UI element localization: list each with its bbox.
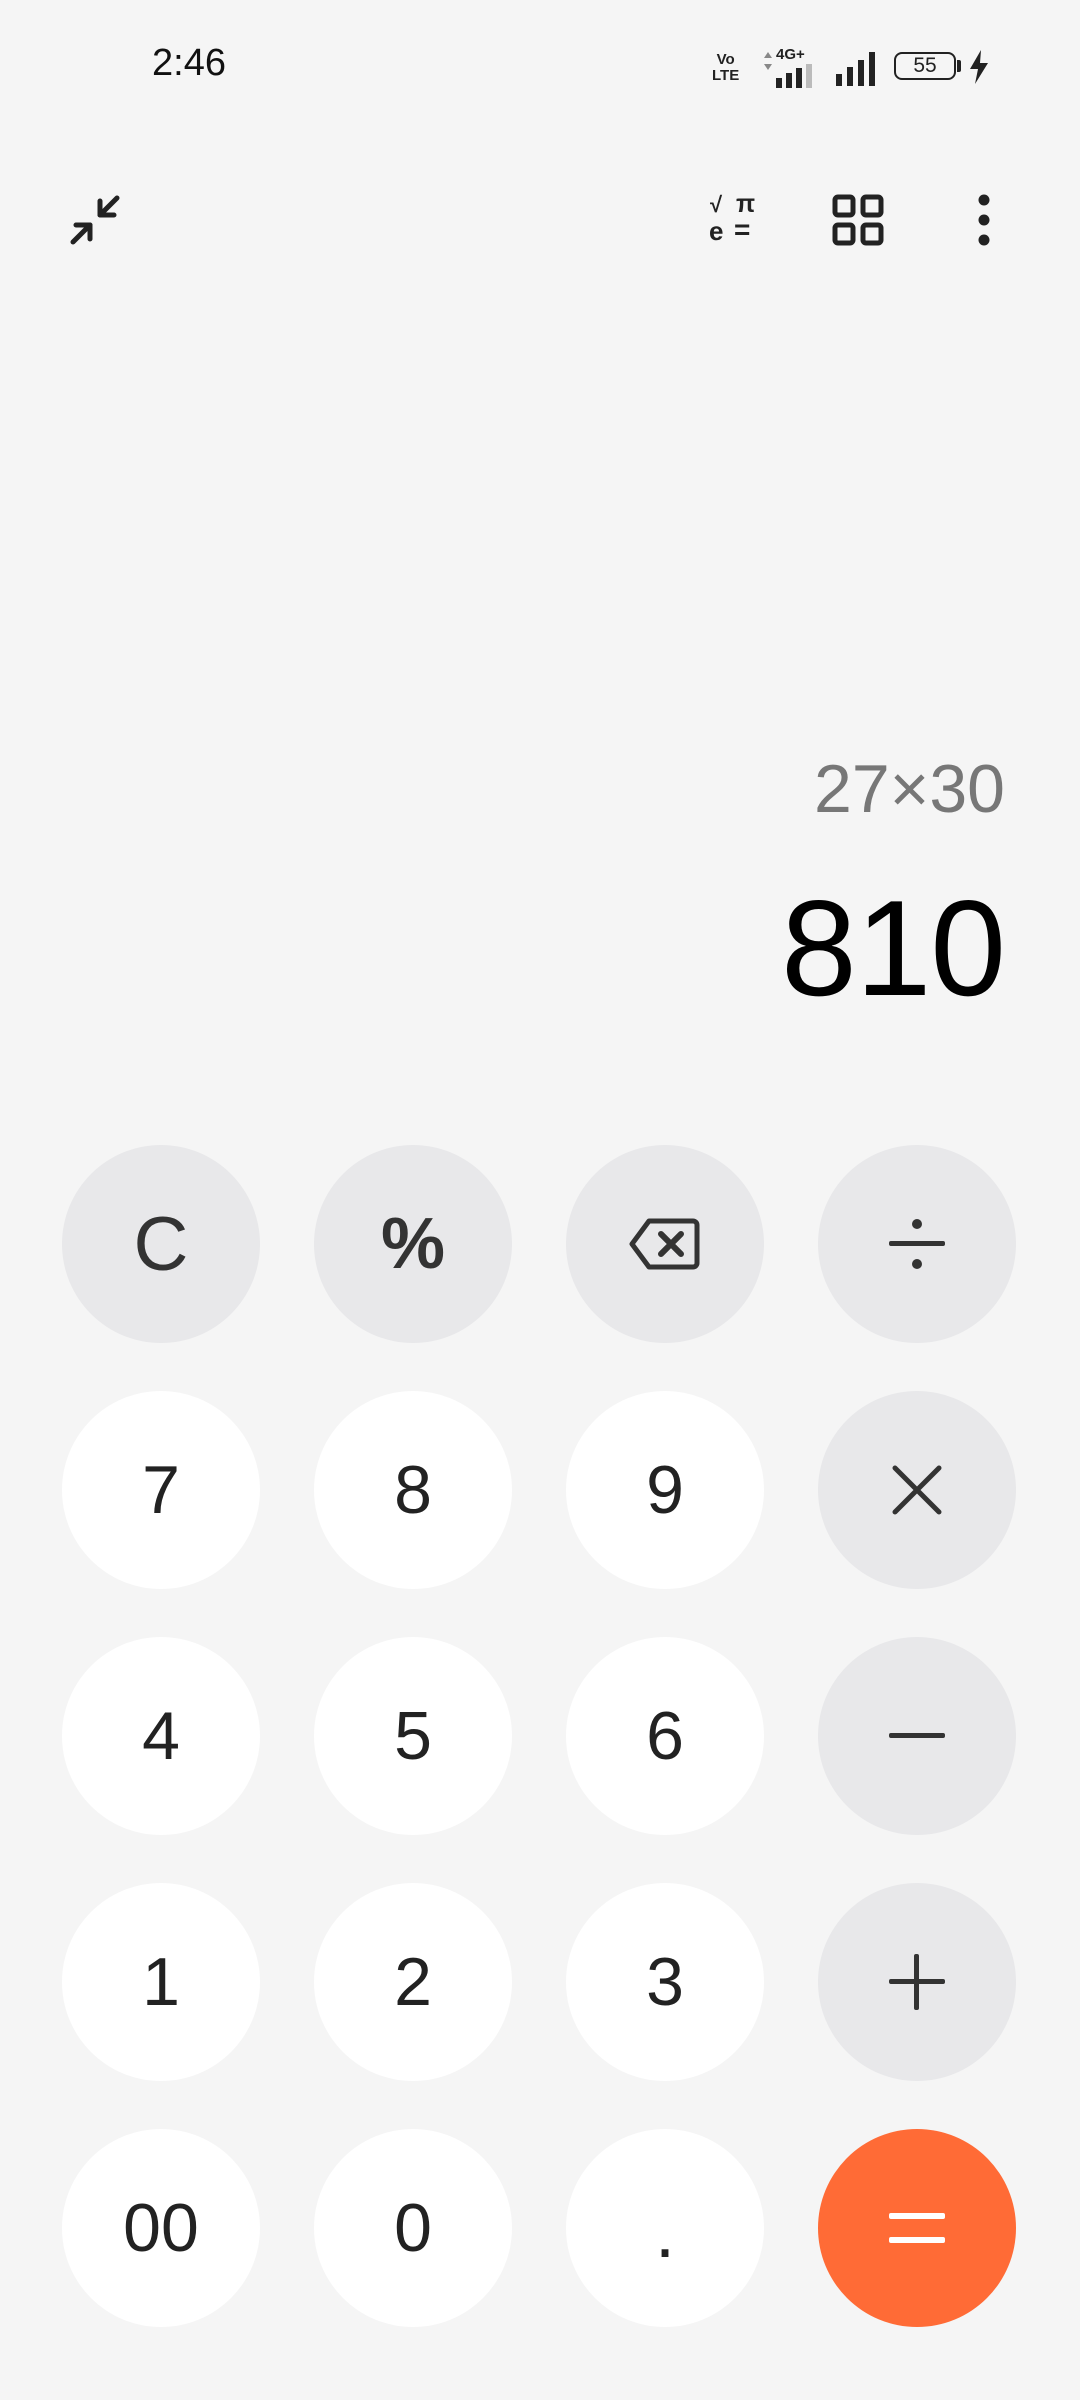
double-zero-button[interactable]: 00 — [62, 2129, 260, 2327]
digit-1-button[interactable]: 1 — [62, 1883, 260, 2081]
digit-9-button[interactable]: 9 — [566, 1391, 764, 1589]
digit-2-label: 2 — [394, 1944, 432, 2020]
multiply-button[interactable] — [818, 1391, 1016, 1589]
divide-button[interactable] — [818, 1145, 1016, 1343]
plus-button[interactable] — [818, 1883, 1016, 2081]
digit-5-label: 5 — [394, 1698, 432, 1774]
digit-6-button[interactable]: 6 — [566, 1637, 764, 1835]
percent-button[interactable]: % — [314, 1145, 512, 1343]
digit-0-label: 0 — [394, 2190, 432, 2266]
digit-9-label: 9 — [646, 1452, 684, 1528]
divide-icon — [889, 1219, 945, 1269]
digit-7-label: 7 — [142, 1452, 180, 1528]
backspace-button[interactable] — [566, 1145, 764, 1343]
clear-button[interactable]: C — [62, 1145, 260, 1343]
digit-8-button[interactable]: 8 — [314, 1391, 512, 1589]
double-zero-label: 00 — [123, 2190, 199, 2266]
digit-2-button[interactable]: 2 — [314, 1883, 512, 2081]
equals-button[interactable] — [818, 2129, 1016, 2327]
digit-1-label: 1 — [142, 1944, 180, 2020]
plus-icon — [889, 1954, 945, 2010]
decimal-label: . — [654, 2193, 675, 2273]
digit-6-label: 6 — [646, 1698, 684, 1774]
keypad: C % 7 8 9 4 5 6 1 2 3 00 0 . — [0, 0, 1080, 2400]
digit-4-button[interactable]: 4 — [62, 1637, 260, 1835]
clear-label: C — [133, 1201, 189, 1287]
digit-5-button[interactable]: 5 — [314, 1637, 512, 1835]
digit-7-button[interactable]: 7 — [62, 1391, 260, 1589]
minus-icon — [889, 1733, 945, 1738]
multiply-icon — [892, 1465, 942, 1515]
digit-3-button[interactable]: 3 — [566, 1883, 764, 2081]
digit-0-button[interactable]: 0 — [314, 2129, 512, 2327]
minus-button[interactable] — [818, 1637, 1016, 1835]
decimal-button[interactable]: . — [566, 2129, 764, 2327]
digit-3-label: 3 — [646, 1944, 684, 2020]
percent-label: % — [380, 1204, 446, 1284]
backspace-icon — [629, 1218, 700, 1270]
digit-4-label: 4 — [142, 1698, 180, 1774]
digit-8-label: 8 — [394, 1452, 432, 1528]
equals-icon — [889, 2213, 945, 2243]
